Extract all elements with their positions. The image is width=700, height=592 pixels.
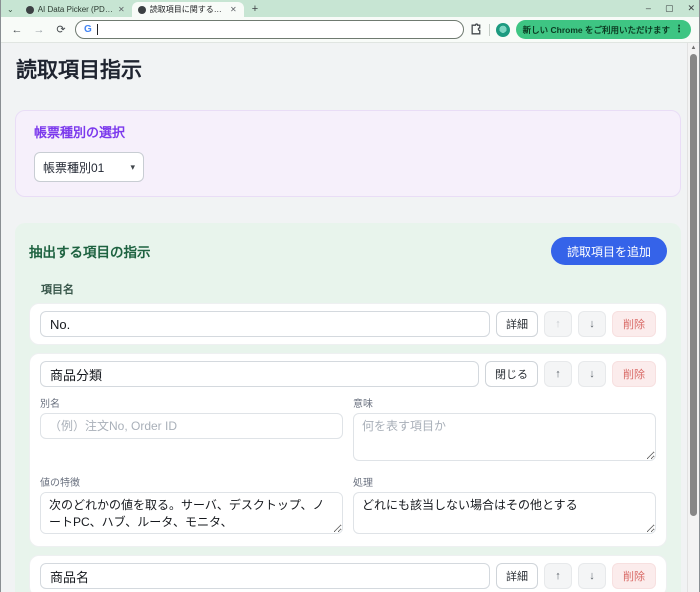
extraction-section-header: 抽出する項目の指示 読取項目を追加 xyxy=(29,237,667,265)
chrome-update-chip[interactable]: 新しい Chrome をご利用いただけます ⋮ xyxy=(516,20,691,39)
new-tab-button[interactable]: + xyxy=(244,3,266,17)
tab-favicon-icon xyxy=(26,6,34,14)
window-controls: – ▢ ✕ xyxy=(646,0,695,17)
item-row: 詳細 ↑ ↓ 削除 xyxy=(40,311,656,337)
add-item-button[interactable]: 読取項目を追加 xyxy=(551,237,667,265)
extensions-icon[interactable] xyxy=(470,23,483,36)
close-window-button[interactable]: ✕ xyxy=(687,4,695,13)
alias-field-group: 別名 xyxy=(40,395,343,466)
tab-favicon-icon xyxy=(138,6,146,14)
tab-ai-data-picker[interactable]: AI Data Picker (PDF/画像プレビ ✕ xyxy=(20,2,132,17)
tab-reading-item-instructions[interactable]: 読取項目に関する指示 ✕ xyxy=(132,2,244,17)
maximize-button[interactable]: ▢ xyxy=(665,4,674,13)
delete-button[interactable]: 削除 xyxy=(612,311,656,337)
item-row: 閉じる ↑ ↓ 削除 xyxy=(40,361,656,387)
form-type-section: 帳票種別の選択 帳票種別01 ▾ xyxy=(15,110,681,197)
details-button[interactable]: 詳細 xyxy=(496,311,538,337)
address-bar[interactable]: G xyxy=(75,20,464,39)
back-icon[interactable]: ← xyxy=(9,24,25,36)
text-caret xyxy=(97,24,98,35)
scrollbar-thumb[interactable] xyxy=(690,54,697,516)
alias-input[interactable] xyxy=(40,413,343,439)
item-card-product-category: 閉じる ↑ ↓ 削除 別名 意味 値の特徴 次 xyxy=(29,353,667,547)
close-details-button[interactable]: 閉じる xyxy=(485,361,538,387)
move-up-button[interactable]: ↑ xyxy=(544,563,572,589)
move-down-button[interactable]: ↓ xyxy=(578,563,606,589)
chevron-down-icon: ▾ xyxy=(130,162,135,173)
delete-button[interactable]: 削除 xyxy=(612,563,656,589)
processing-label: 処理 xyxy=(353,474,656,489)
tab-close-icon[interactable]: ✕ xyxy=(229,5,238,14)
delete-button[interactable]: 削除 xyxy=(612,361,656,387)
meaning-textarea[interactable] xyxy=(353,413,656,461)
move-up-button[interactable]: ↑ xyxy=(544,311,572,337)
minimize-button[interactable]: – xyxy=(646,4,651,13)
move-down-button[interactable]: ↓ xyxy=(578,311,606,337)
reload-icon[interactable]: ⟳ xyxy=(53,23,69,36)
chrome-update-label: 新しい Chrome をご利用いただけます xyxy=(523,24,670,36)
extraction-heading: 抽出する項目の指示 xyxy=(29,241,151,261)
toolbar-right-tools: 新しい Chrome をご利用いただけます ⋮ xyxy=(470,20,691,39)
item-name-column-label: 項目名 xyxy=(41,281,667,297)
form-type-select-value: 帳票種別01 xyxy=(43,159,104,176)
meaning-field-group: 意味 xyxy=(353,395,656,466)
item-card-no: 詳細 ↑ ↓ 削除 xyxy=(29,303,667,345)
move-up-button[interactable]: ↑ xyxy=(544,361,572,387)
value-trait-label: 値の特徴 xyxy=(40,474,343,489)
tab-search-chevron-icon[interactable]: ⌄ xyxy=(5,5,20,17)
move-down-button[interactable]: ↓ xyxy=(578,361,606,387)
value-trait-field-group: 値の特徴 次のどれかの値を取る。サーバ、デスクトップ、ノートPC、ハブ、ルータ、… xyxy=(40,474,343,539)
processing-field-group: 処理 どれにも該当しない場合はその他とする xyxy=(353,474,656,539)
forward-icon[interactable]: → xyxy=(31,24,47,36)
meaning-label: 意味 xyxy=(353,395,656,410)
scrollbar-up-arrow-icon[interactable]: ▲ xyxy=(688,43,699,53)
browser-toolbar: ← → ⟳ G 新しい Chrome をご利用いただけます ⋮ xyxy=(1,17,699,43)
item-details-panel: 別名 意味 値の特徴 次のどれかの値を取る。サーバ、デスクトップ、ノートPC、ハ… xyxy=(40,395,656,539)
details-button[interactable]: 詳細 xyxy=(496,563,538,589)
processing-textarea[interactable]: どれにも該当しない場合はその他とする xyxy=(353,492,656,534)
item-row: 詳細 ↑ ↓ 削除 xyxy=(40,563,656,589)
extraction-items-section: 抽出する項目の指示 読取項目を追加 項目名 詳細 ↑ ↓ 削除 閉じる xyxy=(15,223,681,592)
google-logo-icon: G xyxy=(84,25,92,35)
tab-title: AI Data Picker (PDF/画像プレビ xyxy=(38,4,113,15)
toolbar-divider xyxy=(489,24,490,36)
item-card-product-name: 詳細 ↑ ↓ 削除 xyxy=(29,555,667,592)
page-title: 読取項目指示 xyxy=(16,58,687,84)
alias-label: 別名 xyxy=(40,395,343,410)
page-content: 読取項目指示 帳票種別の選択 帳票種別01 ▾ 抽出する項目の指示 読取項目を追… xyxy=(1,43,699,592)
browser-menu-icon[interactable]: ⋮ xyxy=(674,24,684,35)
tab-title: 読取項目に関する指示 xyxy=(150,4,225,15)
item-name-input[interactable] xyxy=(40,311,490,337)
browser-window: ⌄ AI Data Picker (PDF/画像プレビ ✕ 読取項目に関する指示… xyxy=(0,0,700,592)
tab-close-icon[interactable]: ✕ xyxy=(117,5,126,14)
profile-avatar[interactable] xyxy=(496,23,510,37)
page-scrollbar[interactable]: ▲ xyxy=(687,43,699,592)
form-type-select[interactable]: 帳票種別01 ▾ xyxy=(34,152,144,182)
tab-strip: ⌄ AI Data Picker (PDF/画像プレビ ✕ 読取項目に関する指示… xyxy=(1,0,699,17)
form-type-heading: 帳票種別の選択 xyxy=(34,125,662,140)
item-name-input[interactable] xyxy=(40,361,479,387)
item-name-input[interactable] xyxy=(40,563,490,589)
value-trait-textarea[interactable]: 次のどれかの値を取る。サーバ、デスクトップ、ノートPC、ハブ、ルータ、モニタ、 xyxy=(40,492,343,534)
